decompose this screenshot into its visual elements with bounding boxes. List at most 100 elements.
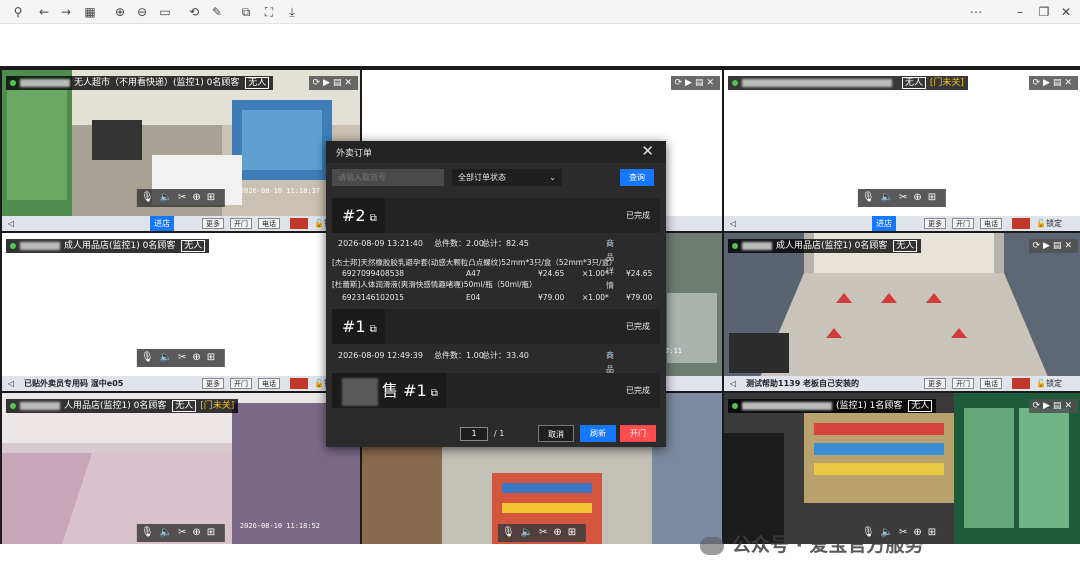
order-total: 总计：82.45 [482,239,529,248]
camera-title: 人用品店(监控1) 0名顾客 无人 [门未关] [6,399,239,413]
timestamp: 2026-08-10 11:18:52 [239,522,320,530]
phone-button[interactable]: 电话 [980,378,1002,389]
order-row[interactable]: 售 #1 ⧉ 已完成 [332,373,660,408]
enter-store-button[interactable]: 进店 [872,216,896,231]
store-name: 测试帮助1139 老板自己安装的 [746,379,860,388]
more-button[interactable]: 更多 [202,218,224,229]
camera-title: 无人 [门未关] [728,76,968,90]
camera-tile-4[interactable]: 成人用品店(监控1) 0名顾客 无人 🎙🔈✂⊕⊞ ◁ 已贴外卖员专用码 湿中e0… [2,233,360,391]
camera-tile-6[interactable]: 成人用品店(监控1) 0名顾客 无人 ⟳▶▤✕ ◁ 测试帮助1139 老板自己安… [724,233,1080,391]
camera-top-icons[interactable]: ⟳▶▤✕ [1029,399,1078,413]
phone-button[interactable]: 电话 [980,218,1002,229]
dialog-title: 外卖订单 [336,149,373,159]
fit-icon[interactable]: ▭ [157,4,173,20]
open-door-button[interactable]: 开门 [620,425,656,442]
order-time: 2026-08-09 13:21:40 [338,239,423,248]
camera-tile-1[interactable]: 无人超市（不用看快递）(监控1) 0名顾客 无人 ⟳▶▤✕ 🎙🔈✂⊕⊞ 2026… [2,70,360,231]
alarm-button[interactable] [290,218,308,229]
capture-icon[interactable]: ⛶ [261,4,277,20]
copy-icon[interactable]: ⧉ [431,388,438,399]
order-time: 2026-08-09 12:49:39 [338,351,423,360]
camera-controls[interactable]: 🎙🔈✂⊕⊞ [497,524,587,542]
order-row[interactable]: #2 ⧉ 已完成 [332,198,660,233]
phone-button[interactable]: 电话 [258,378,280,389]
more-button[interactable]: 更多 [924,378,946,389]
order-number: #1 ⧉ [332,309,385,344]
more-button[interactable]: 更多 [202,378,224,389]
camera-top-icons[interactable]: ⟳▶▤✕ [309,76,358,90]
camera-bar: ◁ 进店 更多 开门 电话 🔓锁定 [2,216,360,231]
camera-tile-3[interactable]: 无人 [门未关] ⟳▶▤✕ 🎙🔈✂⊕⊞ ◁ 进店 更多 开门 电话 🔓锁定 [724,70,1080,231]
open-door-button[interactable]: 开门 [952,378,974,389]
camera-controls[interactable]: 🎙🔈✂⊕⊞ [857,189,947,207]
camera-title: (监控1) 1名顾客 无人 [728,399,937,413]
forward-icon[interactable]: → [58,4,74,20]
copy-icon[interactable]: ⧉ [238,4,254,20]
grid-icon[interactable]: ▦ [82,4,98,20]
camera-controls[interactable]: 🎙🔈✂⊕⊞ [136,189,226,207]
camera-top-icons[interactable]: ⟳▶▤✕ [1029,239,1078,253]
restore-icon[interactable]: ❐ [1036,4,1052,20]
zoom-out-icon[interactable]: ⊖ [134,4,150,20]
save-icon[interactable]: ⤓ [284,4,300,20]
speaker-icon[interactable]: ◁ [730,216,736,231]
cancel-button[interactable]: 取消 [538,425,574,442]
order-status-select[interactable]: 全部订单状态 ⌄ [452,169,562,186]
camera-controls[interactable]: 🎙🔈✂⊕⊞ [136,349,226,367]
camera-bar: ◁ 已贴外卖员专用码 湿中e05 更多 开门 电话 🔓锁定 [2,376,360,391]
camera-top-icons[interactable]: ⟳▶▤✕ [1029,76,1078,90]
timestamp: 2026-08-10 11:18:37 [239,187,320,195]
lock-button[interactable]: 🔓锁定 [1036,216,1062,231]
order-item-name: [杜蕾斯]人体润滑液(爽滑快感情趣啫喱)50ml/瓶（50ml/瓶） [332,280,537,289]
order-count: 总件数：2.00 [434,239,484,248]
camera-tile-9[interactable]: (监控1) 1名顾客 无人 ⟳▶▤✕ 🎙🔈✂⊕⊞ [724,393,1080,544]
camera-title: 成人用品店(监控1) 0名顾客 无人 [728,239,922,253]
dialog-footer: 1 / 1 取消 刷新 开门 [326,421,666,447]
minimize-icon[interactable]: – [1012,4,1028,20]
copy-icon[interactable]: ⧉ [370,213,377,224]
alarm-button[interactable] [290,378,308,389]
close-icon[interactable]: ✕ [1058,4,1074,20]
lock-button[interactable]: 🔓锁定 [1036,376,1062,391]
alarm-button[interactable] [1012,218,1030,229]
speaker-icon[interactable]: ◁ [8,216,14,231]
order-status: 已完成 [626,322,650,331]
more-icon[interactable]: ⋯ [968,4,984,20]
order-meta: 2026-08-09 13:21:40 总件数：2.00 总计：82.45 商品… [338,239,614,290]
refresh-button[interactable]: 刷新 [580,425,616,442]
phone-button[interactable]: 电话 [258,218,280,229]
open-door-button[interactable]: 开门 [230,218,252,229]
speaker-icon[interactable]: ◁ [730,376,736,391]
back-icon[interactable]: ← [36,4,52,20]
edit-icon[interactable]: ✎ [209,4,225,20]
camera-bar: ◁ 进店 更多 开门 电话 🔓锁定 [724,216,1080,231]
alarm-button[interactable] [1012,378,1030,389]
camera-controls[interactable]: 🎙🔈✂⊕⊞ [136,524,226,542]
camera-feed-9 [724,393,1080,544]
camera-tile-7[interactable]: 人用品店(监控1) 0名顾客 无人 [门未关] 🎙🔈✂⊕⊞ 2026-08-10 … [2,393,360,544]
order-status: 已完成 [626,211,650,220]
open-door-button[interactable]: 开门 [952,218,974,229]
order-item-name: [杰士邦]天然橡胶胶乳避孕套(动感大颗粒凸点螺纹)52mm*3只/盒（52mm*… [332,258,617,267]
pickup-number-input[interactable] [332,169,444,186]
camera-title: 无人超市（不用看快递）(监控1) 0名顾客 无人 [6,76,274,90]
pin-icon[interactable]: ⚲ [10,4,26,20]
order-status-value: 全部订单状态 [458,173,506,182]
page-number-input[interactable]: 1 [460,427,488,441]
page-total: / 1 [494,429,505,438]
copy-icon[interactable]: ⧉ [370,324,377,335]
zoom-in-icon[interactable]: ⊕ [112,4,128,20]
camera-top-icons[interactable]: ⟳▶▤✕ [671,76,720,90]
enter-store-button[interactable]: 进店 [150,216,174,231]
open-door-button[interactable]: 开门 [230,378,252,389]
close-icon[interactable]: ✕ [641,142,654,160]
speaker-icon[interactable]: ◁ [8,376,14,391]
order-meta: 2026-08-09 12:49:39 总件数：1.00 总计：33.40 商品… [338,351,614,402]
rotate-icon[interactable]: ⟲ [186,4,202,20]
query-button[interactable]: 查询 [620,169,654,186]
order-status: 已完成 [626,386,650,395]
camera-feed-6 [724,233,1080,391]
more-button[interactable]: 更多 [924,218,946,229]
order-row[interactable]: #1 ⧉ 已完成 [332,309,660,344]
camera-title: 成人用品店(监控1) 0名顾客 无人 [6,239,210,253]
